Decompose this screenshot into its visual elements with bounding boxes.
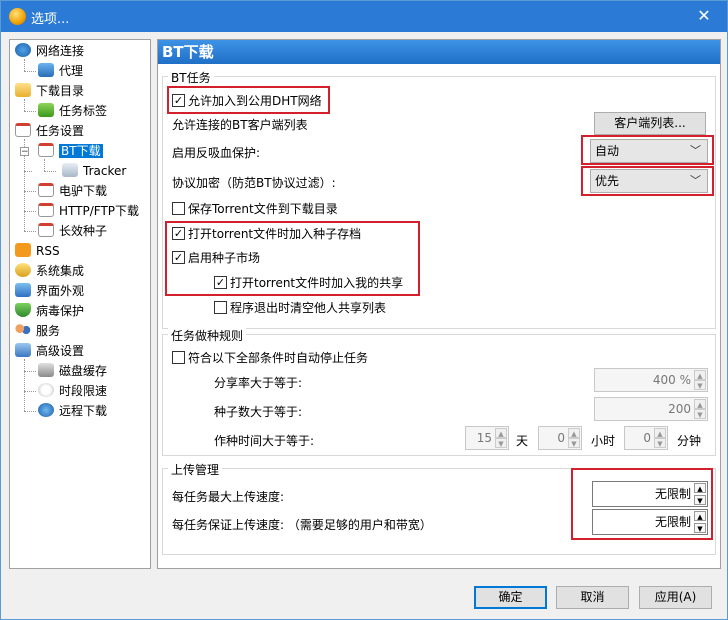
tree-item-time-limit[interactable]: 时段限速 bbox=[38, 382, 107, 400]
tree-item-task-settings[interactable]: 任务设置 bbox=[15, 122, 84, 140]
clipboard-icon bbox=[38, 203, 54, 217]
save-torrent-checkbox[interactable] bbox=[172, 202, 185, 215]
monitor-icon bbox=[15, 283, 31, 297]
share-ratio-stepper[interactable]: 400 % ▲ ▼ bbox=[594, 368, 708, 392]
clear-others-share-label: 程序退出时清空他人共享列表 bbox=[230, 301, 387, 315]
disk-icon bbox=[38, 363, 54, 377]
tree-item-task-tags[interactable]: 任务标签 bbox=[38, 102, 107, 120]
page-title: BT下载 bbox=[158, 40, 720, 64]
tree-item-remote-download[interactable]: 远程下载 bbox=[38, 402, 107, 420]
clipboard-icon bbox=[38, 143, 54, 157]
tree-item-rss[interactable]: RSS bbox=[15, 242, 60, 260]
tree-item-emule[interactable]: 电驴下载 bbox=[38, 182, 107, 200]
clipboard-icon bbox=[38, 183, 54, 197]
tree-item-system-integration[interactable]: 系统集成 bbox=[15, 262, 84, 280]
tree-item-tracker[interactable]: Tracker bbox=[62, 162, 126, 180]
annotation-box bbox=[581, 135, 714, 165]
annotation-box bbox=[581, 166, 714, 196]
clock-icon bbox=[38, 383, 54, 397]
share-ratio-label: 分享率大于等于: bbox=[214, 376, 303, 390]
stepper-up-icon[interactable]: ▲ bbox=[495, 428, 507, 438]
stepper-up-icon[interactable]: ▲ bbox=[694, 370, 706, 380]
tree-item-virus-protection[interactable]: 病毒保护 bbox=[15, 302, 84, 320]
tag-icon bbox=[38, 103, 54, 117]
tree-item-long-seed[interactable]: 长效种子 bbox=[38, 222, 107, 240]
options-dialog: 选项... ✕ − 网络连接 代理 下载目录 任务标签 任务设置 BT下载 Tr… bbox=[0, 0, 728, 620]
seed-time-label: 作种时间大于等于: bbox=[214, 434, 315, 448]
annotation-box bbox=[571, 468, 713, 540]
minutes-stepper[interactable]: 0 ▲ ▼ bbox=[624, 426, 668, 450]
client-list-button[interactable]: 客户端列表... bbox=[594, 112, 706, 135]
minutes-unit: 分钟 bbox=[677, 434, 702, 448]
tree-item-advanced[interactable]: 高级设置 bbox=[15, 342, 84, 360]
annotation-box bbox=[165, 221, 420, 296]
server-icon bbox=[62, 163, 78, 177]
allowed-clients-label: 允许连接的BT客户端列表 bbox=[172, 118, 308, 132]
folder-icon bbox=[15, 83, 31, 97]
days-stepper[interactable]: 15 ▲ ▼ bbox=[465, 426, 509, 450]
stepper-up-icon[interactable]: ▲ bbox=[568, 428, 580, 438]
apply-button[interactable]: 应用(A) bbox=[639, 586, 712, 609]
title-bar: 选项... ✕ bbox=[1, 1, 727, 32]
clear-others-share-checkbox[interactable] bbox=[214, 301, 227, 314]
tree-item-service[interactable]: 服务 bbox=[15, 322, 60, 340]
hours-unit: 小时 bbox=[591, 434, 616, 448]
days-unit: 天 bbox=[516, 434, 529, 448]
window-title: 选项... bbox=[31, 12, 70, 27]
shield-icon bbox=[15, 303, 31, 317]
anti-leech-label: 启用反吸血保护: bbox=[172, 146, 261, 160]
clipboard-icon bbox=[15, 123, 31, 137]
stepper-down-icon[interactable]: ▼ bbox=[694, 409, 706, 419]
hours-stepper[interactable]: 0 ▲ ▼ bbox=[538, 426, 582, 450]
tree-item-network[interactable]: 网络连接 bbox=[15, 42, 84, 60]
collapse-toggle[interactable]: − bbox=[20, 147, 29, 157]
seeds-stepper[interactable]: 200 ▲ ▼ bbox=[594, 397, 708, 421]
tree-item-appearance[interactable]: 界面外观 bbox=[15, 282, 84, 300]
clipboard-icon bbox=[38, 223, 54, 237]
close-icon[interactable]: ✕ bbox=[681, 1, 727, 32]
tree-item-proxy[interactable]: 代理 bbox=[38, 62, 83, 80]
tree-item-bt-download[interactable]: BT下载 bbox=[38, 142, 103, 160]
upload-group-title: 上传管理 bbox=[168, 461, 223, 478]
cancel-button[interactable]: 取消 bbox=[556, 586, 629, 609]
puzzle-icon bbox=[15, 263, 31, 277]
max-upload-label: 每任务最大上传速度: bbox=[172, 490, 285, 504]
tree-item-http-ftp[interactable]: HTTP/FTP下载 bbox=[38, 202, 139, 220]
globe-icon bbox=[38, 403, 54, 417]
stepper-down-icon[interactable]: ▼ bbox=[694, 380, 706, 390]
save-torrent-label: 保存Torrent文件到下载目录 bbox=[188, 202, 338, 216]
tree-item-download-dir[interactable]: 下载目录 bbox=[15, 82, 84, 100]
ok-button[interactable]: 确定 bbox=[474, 586, 547, 609]
settings-window-icon bbox=[15, 343, 31, 357]
annotation-box bbox=[167, 86, 330, 114]
stepper-up-icon[interactable]: ▲ bbox=[694, 399, 706, 409]
guaranteed-upload-label: 每任务保证上传速度: （需要足够的用户和带宽） bbox=[172, 518, 432, 532]
bt-task-group-title: BT任务 bbox=[168, 69, 214, 86]
settings-tree[interactable]: − 网络连接 代理 下载目录 任务标签 任务设置 BT下载 Tracker 电驴… bbox=[9, 39, 151, 569]
stepper-up-icon[interactable]: ▲ bbox=[654, 428, 666, 438]
computer-icon bbox=[38, 63, 54, 77]
stepper-down-icon[interactable]: ▼ bbox=[654, 438, 666, 448]
app-logo-icon bbox=[9, 8, 26, 25]
stepper-down-icon[interactable]: ▼ bbox=[568, 438, 580, 448]
globe-icon bbox=[15, 43, 31, 57]
protocol-encryption-label: 协议加密（防范BT协议过滤）: bbox=[172, 176, 336, 190]
tree-item-disk-cache[interactable]: 磁盘缓存 bbox=[38, 362, 107, 380]
auto-stop-label: 符合以下全部条件时自动停止任务 bbox=[188, 351, 369, 365]
rss-icon bbox=[15, 243, 31, 257]
stepper-down-icon[interactable]: ▼ bbox=[495, 438, 507, 448]
users-icon bbox=[15, 323, 31, 337]
seeds-label: 种子数大于等于: bbox=[214, 405, 303, 419]
seeding-rules-group-title: 任务做种规则 bbox=[168, 327, 247, 344]
auto-stop-checkbox[interactable] bbox=[172, 351, 185, 364]
